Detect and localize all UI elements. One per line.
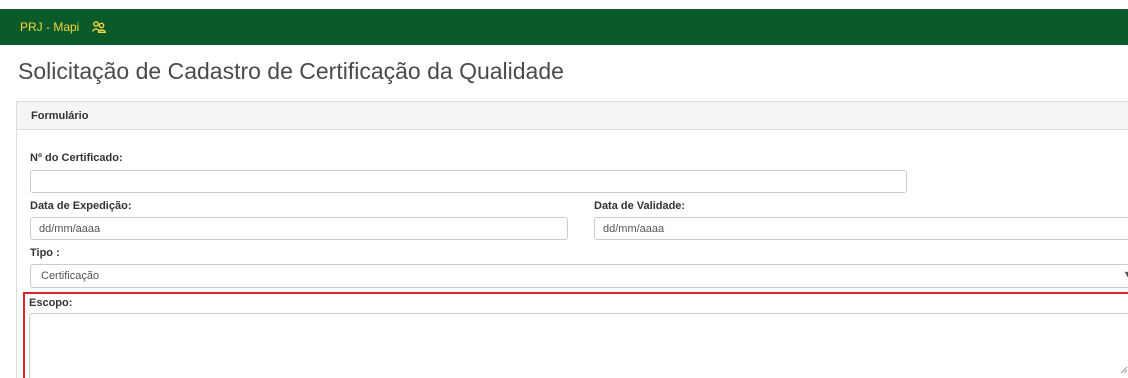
users-icon[interactable] [92,19,107,35]
page: PRJ - Mapi Solicitação de Cadastro de Ce… [0,0,1128,378]
issue-date-label: Data de Expedição: [30,200,132,212]
top-spacer [0,0,1128,9]
certificate-number-label: Nº do Certificado: [30,152,123,164]
type-selected-value: Certificação [41,270,100,282]
scope-textarea[interactable] [29,313,1128,378]
navbar: PRJ - Mapi [0,9,1128,45]
type-label: Tipo : [30,247,60,259]
issue-date-input[interactable] [30,217,568,240]
resize-grip-icon[interactable] [1118,364,1128,374]
certificate-number-input[interactable] [30,170,907,193]
caret-down-icon: ▼ [1123,269,1128,279]
panel-heading: Formulário [17,102,1128,130]
panel-heading-label: Formulário [31,110,89,122]
expiry-date-input[interactable] [594,217,1128,240]
brand-link[interactable]: PRJ - Mapi [20,20,79,34]
type-select[interactable]: Certificação ▼ [30,264,1128,288]
page-title: Solicitação de Cadastro de Certificação … [18,58,564,84]
expiry-date-label: Data de Validade: [594,200,686,212]
scope-label: Escopo: [29,297,73,309]
